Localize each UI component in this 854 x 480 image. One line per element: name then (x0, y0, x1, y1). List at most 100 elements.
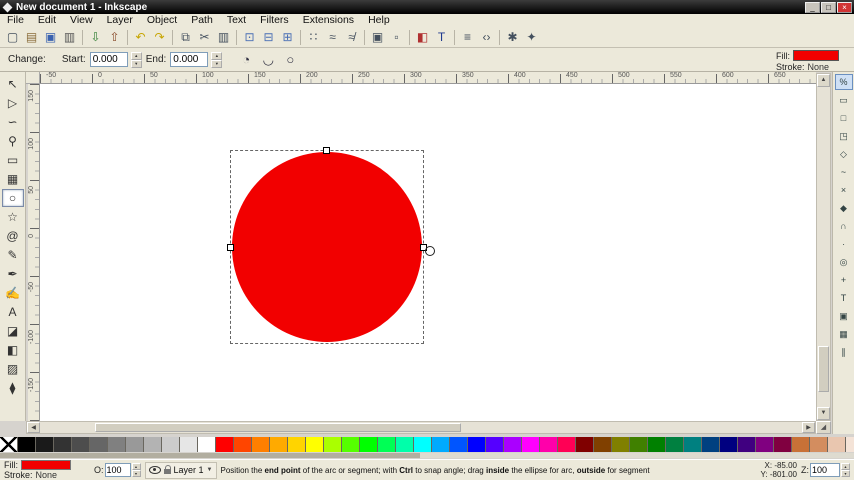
palette-swatch[interactable] (36, 437, 53, 452)
menu-edit[interactable]: Edit (31, 14, 63, 27)
save-document-button[interactable]: ▣ (41, 28, 60, 46)
tool-star[interactable]: ☆ (2, 208, 24, 226)
group-button[interactable]: ▣ (368, 28, 387, 46)
export-button[interactable]: ⇧ (105, 28, 124, 46)
snap-cusp-nodes-button[interactable]: ◆ (835, 200, 853, 216)
tool-pen[interactable]: ✒ (2, 265, 24, 283)
preferences-button[interactable]: ✦ (522, 28, 541, 46)
tool-gradient[interactable]: ▨ (2, 360, 24, 378)
layer-dropdown-arrow[interactable]: ▼ (207, 467, 213, 473)
fill-indicator-swatch[interactable] (793, 50, 839, 61)
menu-filters[interactable]: Filters (253, 14, 296, 27)
xml-editor-button[interactable]: ‹› (477, 28, 496, 46)
palette-swatch[interactable] (414, 437, 431, 452)
print-document-button[interactable]: ▥ (60, 28, 79, 46)
menu-object[interactable]: Object (140, 14, 184, 27)
palette-swatch[interactable] (468, 437, 485, 452)
horizontal-ruler[interactable]: -50 0 50 100 150 200 250 300 350 400 450 500 550 600 6… (40, 72, 816, 84)
palette-swatch[interactable] (684, 437, 701, 452)
layer-visibility-icon[interactable] (148, 466, 161, 474)
menu-layer[interactable]: Layer (100, 14, 140, 27)
create-clone-button[interactable]: ≈ (323, 28, 342, 46)
arc-open-button[interactable]: ◡ (258, 50, 278, 70)
tool-text[interactable]: A (2, 303, 24, 321)
palette-swatch[interactable] (54, 437, 71, 452)
palette-swatch[interactable] (90, 437, 107, 452)
status-stroke-value[interactable]: None (36, 470, 58, 480)
palette-swatch[interactable] (108, 437, 125, 452)
tool-dropper[interactable]: ⧫ (2, 379, 24, 397)
zoom-to-page-button[interactable]: ⊞ (278, 28, 297, 46)
tool-3dbox[interactable]: ▦ (2, 170, 24, 188)
palette-swatch[interactable] (612, 437, 629, 452)
text-dialog-button[interactable]: T (432, 28, 451, 46)
maximize-button[interactable]: □ (821, 1, 836, 13)
snap-page-border-button[interactable]: ▣ (835, 308, 853, 324)
palette-swatch[interactable] (216, 437, 233, 452)
palette-swatch[interactable] (702, 437, 719, 452)
menu-file[interactable]: File (0, 14, 31, 27)
resize-grip[interactable]: ◢ (816, 421, 831, 434)
palette-swatch[interactable] (306, 437, 323, 452)
snap-text-baselines-button[interactable]: T (835, 290, 853, 306)
tool-node-editor[interactable]: ▷ (2, 94, 24, 112)
open-document-button[interactable]: ▤ (22, 28, 41, 46)
palette-swatch[interactable] (558, 437, 575, 452)
palette-swatch[interactable] (846, 437, 854, 452)
copy-button[interactable]: ⧉ (176, 28, 195, 46)
tool-paint-bucket[interactable]: ◧ (2, 341, 24, 359)
palette-scrollbar[interactable] (0, 453, 854, 458)
vertical-scrollbar[interactable]: ▲ ▼ (816, 73, 831, 421)
spin-up-button[interactable]: ▲ (841, 463, 850, 470)
opacity-input[interactable] (104, 463, 131, 477)
palette-swatch[interactable] (162, 437, 179, 452)
palette-swatch[interactable] (720, 437, 737, 452)
unlink-clone-button[interactable]: ≉ (342, 28, 361, 46)
palette-swatch[interactable] (180, 437, 197, 452)
tool-pencil[interactable]: ✎ (2, 246, 24, 264)
zoom-to-drawing-button[interactable]: ⊟ (259, 28, 278, 46)
new-document-button[interactable]: ▢ (3, 28, 22, 46)
zoom-to-selection-button[interactable]: ⊡ (240, 28, 259, 46)
spin-down-button[interactable]: ▼ (211, 59, 223, 68)
close-button[interactable]: × (837, 1, 852, 13)
snap-bbox-edges-button[interactable]: □ (835, 110, 853, 126)
palette-swatch[interactable] (144, 437, 161, 452)
palette-swatch[interactable] (270, 437, 287, 452)
scroll-up-button[interactable]: ▲ (817, 74, 830, 87)
status-fill-swatch[interactable] (21, 460, 71, 470)
snap-rotation-centers-button[interactable]: + (835, 272, 853, 288)
snap-bbox-corners-button[interactable]: ◳ (835, 128, 853, 144)
stroke-indicator-value[interactable]: None (808, 62, 830, 72)
layer-indicator[interactable]: Layer 1 ▼ (144, 461, 217, 479)
snap-object-centers-button[interactable]: ◎ (835, 254, 853, 270)
palette-swatch[interactable] (774, 437, 791, 452)
ellipse-left-handle[interactable] (227, 244, 234, 251)
palette-swatch[interactable] (342, 437, 359, 452)
zoom-input[interactable] (810, 463, 840, 477)
palette-swatch[interactable] (486, 437, 503, 452)
snap-bbox-button[interactable]: ▭ (835, 92, 853, 108)
palette-swatch[interactable] (360, 437, 377, 452)
spin-up-button[interactable]: ▲ (211, 51, 223, 60)
make-whole-button[interactable]: ○ (280, 50, 300, 70)
palette-swatch[interactable] (666, 437, 683, 452)
tool-tweak[interactable]: ∽ (2, 113, 24, 131)
palette-swatch[interactable] (576, 437, 593, 452)
snap-grids-button[interactable]: ▦ (835, 326, 853, 342)
palette-scrollbar-thumb[interactable] (0, 453, 420, 458)
tool-eraser[interactable]: ◪ (2, 322, 24, 340)
palette-swatch[interactable] (738, 437, 755, 452)
arc-slice-button[interactable]: ◔ (236, 50, 256, 70)
fill-stroke-dialog-button[interactable]: ◧ (413, 28, 432, 46)
tool-spiral[interactable]: @ (2, 227, 24, 245)
palette-swatch[interactable] (198, 437, 215, 452)
paste-button[interactable]: ▥ (214, 28, 233, 46)
palette-swatch[interactable] (324, 437, 341, 452)
palette-swatch[interactable] (432, 437, 449, 452)
menu-view[interactable]: View (63, 14, 100, 27)
palette-swatch[interactable] (72, 437, 89, 452)
snap-guides-button[interactable]: ∥ (835, 344, 853, 360)
current-layer-name[interactable]: Layer 1 (174, 465, 204, 475)
spin-down-button[interactable]: ▼ (131, 470, 141, 477)
